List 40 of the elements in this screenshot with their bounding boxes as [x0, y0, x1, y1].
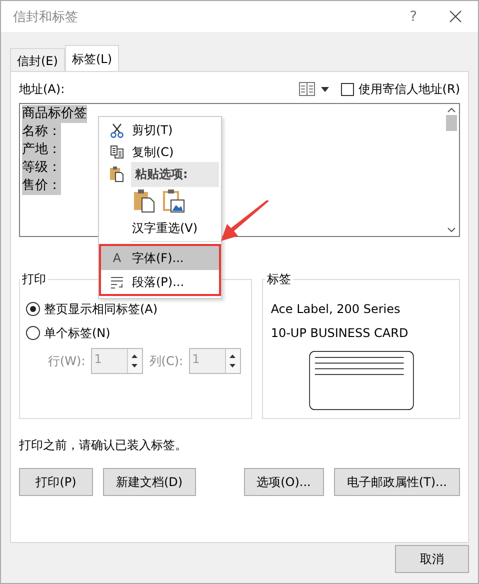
dialog-button[interactable]: 电子邮政属性(T)... — [334, 468, 460, 496]
dialog-button[interactable]: 新建文档(D) — [103, 468, 196, 496]
dropdown-caret-icon[interactable] — [321, 86, 330, 92]
scroll-down-icon[interactable] — [447, 227, 456, 233]
cancel-button[interactable]: 取消 — [395, 545, 469, 573]
menu-header: 粘贴选项: — [131, 162, 219, 186]
dialog-button[interactable]: 打印(P) — [19, 468, 93, 496]
scroll-thumb[interactable] — [446, 115, 457, 131]
radio-option[interactable]: 单个标签(N) — [26, 322, 245, 344]
menu-item[interactable]: 汉字重选(V) — [100, 217, 220, 239]
clipboard-icon — [108, 166, 124, 182]
tab[interactable]: 信封(E) — [10, 48, 65, 71]
scroll-up-icon[interactable] — [447, 107, 456, 113]
menu-item[interactable]: 复制(C) — [100, 141, 220, 163]
copy-icon — [110, 145, 124, 159]
dialog-button[interactable]: 选项(O)... — [244, 468, 324, 496]
scissors-icon — [110, 122, 124, 138]
window-title: 信封和标签 — [13, 8, 79, 26]
radio-option[interactable]: 整页显示相同标签(A) — [26, 298, 245, 320]
field-label: 行(W): — [48, 352, 86, 370]
pointer-arrow — [220, 200, 270, 242]
tab[interactable]: 标签(L) — [64, 45, 120, 73]
group-title: 打印 — [21, 271, 47, 288]
paragraph-icon — [110, 276, 124, 288]
field-label: 列(C): — [149, 352, 184, 370]
close-icon[interactable] — [449, 10, 462, 23]
menu-item[interactable]: 段落(P)... — [99, 270, 221, 296]
menu-item[interactable]: 剪切(T) — [100, 119, 220, 141]
address-book-icon[interactable] — [299, 82, 316, 96]
help-button[interactable]: ? — [410, 8, 417, 24]
paste-option-icon[interactable] — [133, 189, 155, 213]
sender-address-checkbox[interactable]: 使用寄信人地址(R) — [341, 80, 460, 98]
note-text: 打印之前，请确认已装入标签。 — [19, 437, 188, 454]
label-info: Ace Label, 200 Series — [270, 301, 402, 318]
group-title: 标签 — [266, 271, 292, 288]
font-icon: A — [112, 251, 122, 265]
address-label: 地址(A): — [19, 80, 65, 98]
paste-picture-icon[interactable] — [163, 189, 185, 213]
menu-item[interactable]: A 字体(F)... — [99, 244, 221, 270]
label-info: 10-UP BUSINESS CARD — [270, 325, 410, 342]
